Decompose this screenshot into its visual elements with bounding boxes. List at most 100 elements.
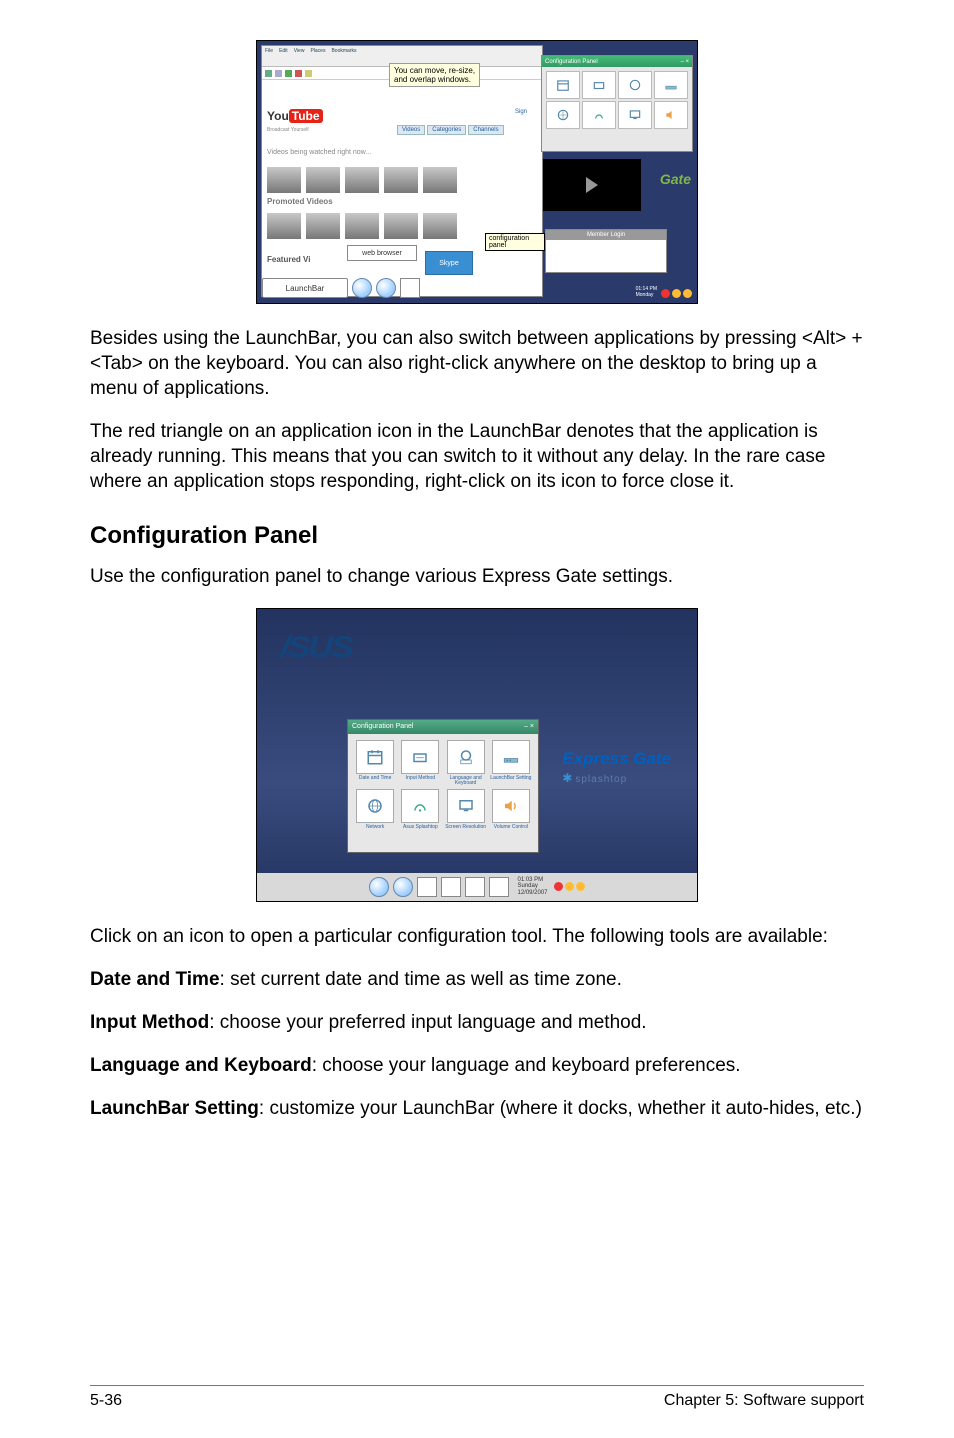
tool-name: Language and Keyboard (90, 1055, 312, 1076)
globe-keyboard-icon (447, 740, 485, 774)
broadcast-tagline: Broadcast Yourself (267, 127, 309, 133)
youtube-logo: YouTube (267, 109, 323, 123)
cfg-label: Volume Control (494, 825, 528, 835)
status-dot-red (554, 882, 563, 891)
config-panel-grid: Date and Time Input Method Language and … (348, 734, 538, 841)
launchbar-app-icon (441, 877, 461, 897)
watched-now-label: Videos being watched right now... (267, 149, 371, 156)
tab-videos: Videos (397, 125, 425, 135)
clock-day: Sunday (517, 883, 547, 890)
thumbnail-row-1 (267, 167, 527, 193)
promoted-label: Promoted Videos (267, 197, 333, 206)
tool-input-method: Input Method: choose your preferred inpu… (90, 1010, 864, 1035)
menu-view: View (294, 48, 305, 64)
cfg-item-date-time: Date and Time (354, 740, 396, 786)
config-panel-grid (542, 67, 692, 133)
config-panel-window: Configuration Panel – × (541, 55, 693, 152)
cfg-input-method-icon (582, 71, 616, 99)
menu-file: File (265, 48, 273, 64)
launchbar-button: LaunchBar (262, 278, 348, 298)
youtube-tabs: Videos Categories Channels (397, 125, 504, 135)
cfg-volume-icon (654, 101, 688, 129)
callout-line2: panel (489, 242, 506, 249)
page-footer: 5-36 Chapter 5: Software support (90, 1385, 864, 1410)
config-panel-close-icon: – × (680, 59, 689, 65)
launchbar-clock: 01:14 PM Monday (636, 287, 657, 298)
paragraph-2: The red triangle on an application icon … (90, 419, 864, 494)
video-player (543, 159, 641, 211)
launchbar-app-icon (489, 877, 509, 897)
cfg-splashtop-icon (582, 101, 616, 129)
menu-bookmarks: Bookmarks (331, 48, 356, 64)
calendar-icon (356, 740, 394, 774)
tooltip-line2: and overlap windows. (394, 75, 475, 84)
tab-categories: Categories (427, 125, 466, 135)
play-icon (586, 177, 598, 193)
volume-icon (492, 789, 530, 823)
webbrowser-chip: web browser (347, 245, 417, 261)
config-panel-close-icon: – × (524, 723, 534, 730)
home-icon (305, 70, 312, 77)
status-dot-yellow (565, 882, 574, 891)
launchbar-app-icon (376, 278, 396, 298)
featured-label: Featured Vi (267, 255, 310, 264)
splashtop-label: splashtop (575, 774, 627, 785)
status-dot-yellow (683, 289, 692, 298)
youtube-you: You (267, 109, 289, 123)
config-panel-title: Configuration Panel (545, 59, 598, 65)
cfg-item-volume: Volume Control (490, 789, 532, 835)
launchbar: 01:03 PM Sunday 12/09/2007 (257, 873, 697, 901)
forward-icon (275, 70, 282, 77)
config-panel-window: Configuration Panel – × Date and Time In… (347, 719, 539, 853)
splashtop-icon (401, 789, 439, 823)
config-panel-titlebar: Configuration Panel – × (542, 56, 692, 67)
cfg-screen-res-icon (618, 101, 652, 129)
screenshot-launchbar-overlap: File Edit View Places Bookmarks You can … (256, 40, 698, 304)
config-panel-title: Configuration Panel (352, 723, 414, 730)
cfg-launchbar-icon (654, 71, 688, 99)
callout-config-panel: configurationpanel (485, 233, 545, 263)
launchbar-app-icon (465, 877, 485, 897)
tab-channels: Channels (468, 125, 503, 135)
status-icons (554, 882, 585, 891)
tool-name: Date and Time (90, 969, 220, 990)
signup-link: Sign (515, 109, 527, 115)
reload-icon (285, 70, 292, 77)
network-icon (356, 789, 394, 823)
callout-line1: configuration (489, 235, 529, 242)
launchbar: LaunchBar 01:14 PM Monday (262, 274, 692, 298)
cfg-label: LaunchBar Setting (490, 776, 531, 786)
clock-time: 01:03 PM (517, 877, 547, 884)
tool-desc: : choose your language and keyboard pref… (312, 1055, 741, 1076)
cfg-item-screen-res: Screen Resolution (445, 789, 487, 835)
tool-desc: : choose your preferred input language a… (209, 1012, 646, 1033)
tool-name: Input Method (90, 1012, 209, 1033)
tool-name: LaunchBar Setting (90, 1098, 259, 1119)
tool-language-keyboard: Language and Keyboard: choose your langu… (90, 1053, 864, 1078)
launchbar-app-icon (393, 877, 413, 897)
star-icon: ✱ (562, 771, 573, 785)
cfg-item-lang-keyboard: Language and Keyboard (445, 740, 487, 786)
launchbar-app-icon (400, 278, 420, 298)
cfg-date-time-icon (546, 71, 580, 99)
clock-date: 12/09/2007 (517, 890, 547, 897)
express-gate-text: Express Gate (562, 749, 671, 769)
launchbar-clock: 01:03 PM Sunday 12/09/2007 (517, 877, 547, 897)
youtube-tube: Tube (289, 109, 323, 123)
cfg-label: Asus Splashtop (403, 825, 438, 835)
tool-date-time: Date and Time: set current date and time… (90, 967, 864, 992)
launchbar-icon (492, 740, 530, 774)
tool-launchbar-setting: LaunchBar Setting: customize your Launch… (90, 1096, 864, 1121)
launchbar-app-icon (369, 877, 389, 897)
gate-text: Gate (660, 171, 691, 187)
cfg-network-icon (546, 101, 580, 129)
monitor-icon (447, 789, 485, 823)
page-number: 5-36 (90, 1392, 122, 1410)
back-icon (265, 70, 272, 77)
tool-desc: : set current date and time as well as t… (220, 969, 622, 990)
cfg-label: Language and Keyboard (445, 776, 487, 786)
launchbar-app-icon (417, 877, 437, 897)
heading-configuration-panel: Configuration Panel (90, 522, 864, 550)
clock-day: Monday (636, 293, 657, 299)
cfg-lang-keyboard-icon (618, 71, 652, 99)
